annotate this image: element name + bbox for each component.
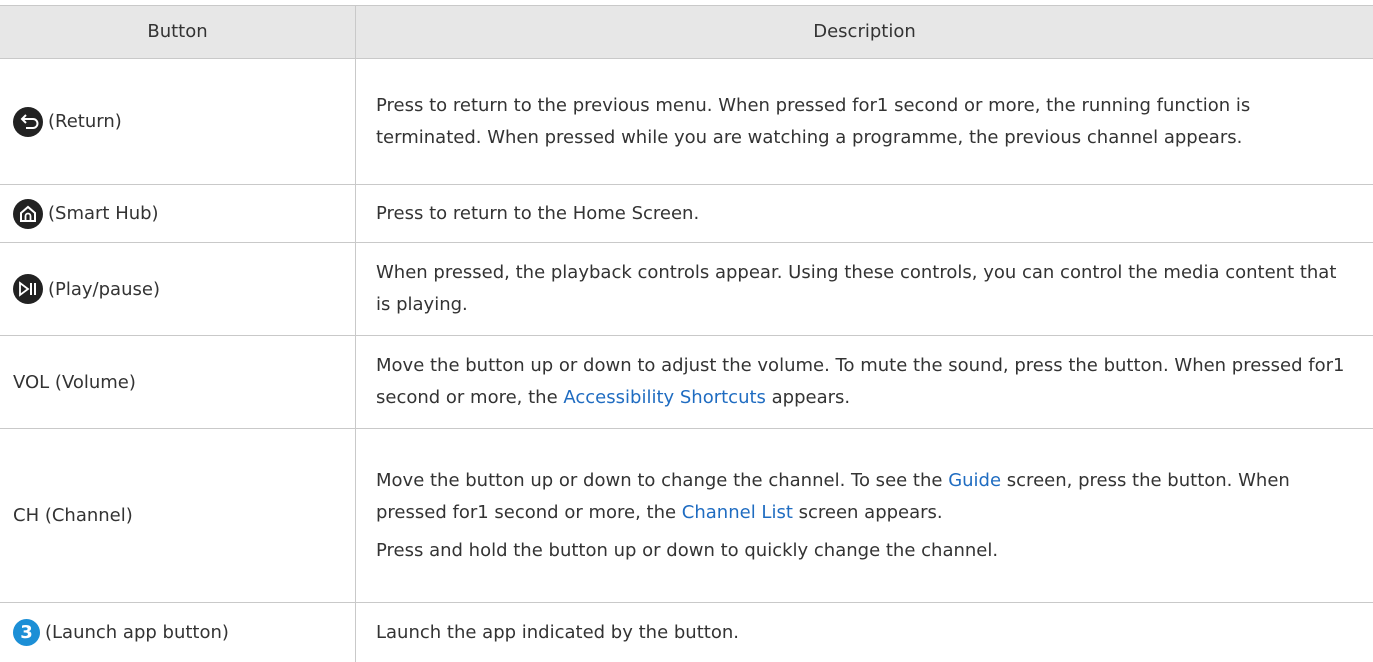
button-cell: 3 (Launch app button) xyxy=(0,603,355,662)
number-3-icon: 3 xyxy=(13,619,40,646)
description-text-secondary: Press and hold the button up or down to … xyxy=(376,539,999,561)
description-cell: Move the button up or down to adjust the… xyxy=(376,336,1356,428)
description-text: Move the button up or down to change the… xyxy=(376,469,1290,523)
remote-buttons-table: Button Description (Return) Press to ret… xyxy=(0,0,1373,662)
home-icon xyxy=(13,198,43,229)
button-label: (Return) xyxy=(48,111,122,132)
description-cell: Press to return to the previous menu. Wh… xyxy=(376,59,1356,184)
table-row-launch-app: 3 (Launch app button) Launch the app ind… xyxy=(0,603,1373,662)
button-cell: (Play/pause) xyxy=(0,243,355,335)
button-label: (Launch app button) xyxy=(45,622,229,643)
return-icon xyxy=(13,106,43,137)
description-text: When pressed, the playback controls appe… xyxy=(376,262,1337,315)
button-cell: CH (Channel) xyxy=(0,429,355,602)
description-cell: Launch the app indicated by the button. xyxy=(376,603,1356,662)
table-header: Button Description xyxy=(0,5,1373,59)
button-label: VOL (Volume) xyxy=(13,371,136,393)
table-row-volume: VOL (Volume) Move the button up or down … xyxy=(0,336,1373,429)
description-text: Press to return to the previous menu. Wh… xyxy=(376,94,1251,148)
description-text: Move the button up or down to adjust the… xyxy=(376,355,1345,408)
button-label: (Play/pause) xyxy=(48,278,160,300)
table-row-smart-hub: (Smart Hub) Press to return to the Home … xyxy=(0,185,1373,243)
description-text: Launch the app indicated by the button. xyxy=(376,621,739,643)
table-row-play-pause: (Play/pause) When pressed, the playback … xyxy=(0,243,1373,336)
channel-list-link[interactable]: Channel List xyxy=(682,502,793,523)
button-cell: (Smart Hub) xyxy=(0,185,355,242)
description-cell: Press to return to the Home Screen. xyxy=(376,185,1356,242)
description-cell: When pressed, the playback controls appe… xyxy=(376,243,1356,335)
button-label: (Smart Hub) xyxy=(48,203,159,224)
table-row-channel: CH (Channel) Move the button up or down … xyxy=(0,429,1373,603)
guide-link[interactable]: Guide xyxy=(948,470,1001,491)
button-label: CH (Channel) xyxy=(13,505,133,526)
description-text: Press to return to the Home Screen. xyxy=(376,202,700,224)
button-cell: (Return) xyxy=(0,59,355,184)
button-cell: VOL (Volume) xyxy=(0,336,355,428)
play-pause-icon xyxy=(13,274,43,304)
accessibility-shortcuts-link[interactable]: Accessibility Shortcuts xyxy=(563,387,766,408)
header-description: Description xyxy=(355,6,1373,58)
table-row-return: (Return) Press to return to the previous… xyxy=(0,59,1373,185)
header-button: Button xyxy=(147,21,208,42)
description-cell: Move the button up or down to change the… xyxy=(376,429,1356,602)
